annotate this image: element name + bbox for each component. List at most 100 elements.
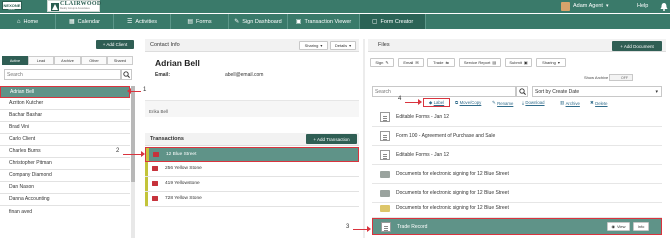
show-archive-toggle[interactable]: OFF bbox=[609, 74, 633, 81]
rename-text: Rename bbox=[497, 100, 514, 106]
contact-sharing-button[interactable]: Sharing ▾ bbox=[299, 41, 328, 50]
delete-text: Delete bbox=[595, 100, 608, 106]
contact-list-scroll-thumb[interactable] bbox=[131, 86, 135, 182]
form-creator-icon: ▢ bbox=[371, 19, 378, 25]
contact-item[interactable]: Adrian Bell bbox=[0, 86, 130, 98]
contact-item[interactable]: Carlo Client bbox=[0, 134, 130, 146]
email-button[interactable]: Email ✉ bbox=[398, 58, 424, 67]
file-row[interactable]: Form 100 - Agreement of Purchase and Sal… bbox=[372, 127, 662, 146]
bell-icon[interactable] bbox=[660, 2, 668, 13]
contact-item[interactable]: Brad Vini bbox=[0, 122, 130, 134]
nav-activities[interactable]: ☰ Activities bbox=[114, 14, 171, 29]
file-row[interactable]: Editable Forms - Jan 12 bbox=[372, 146, 662, 165]
add-client-button[interactable]: + Add Client bbox=[96, 40, 134, 49]
contact-item[interactable]: Azriton Kutcher bbox=[0, 98, 130, 110]
contact-item[interactable]: Christopher Pitman bbox=[0, 158, 130, 170]
download-action[interactable]: ⤓ Download bbox=[522, 100, 545, 105]
file-row[interactable]: Editable Forms - Jan 12 bbox=[372, 108, 662, 127]
contact-item[interactable]: Bachar Bashar bbox=[0, 110, 130, 122]
nav-sign-dashboard[interactable]: ✎ Sign Dashboard bbox=[229, 14, 288, 29]
tab-archive[interactable]: Archive bbox=[54, 56, 81, 65]
move-copy-action[interactable]: ⧉ Move/Copy bbox=[455, 100, 481, 105]
nav-home[interactable]: ⌂ Home bbox=[0, 14, 56, 29]
secondary-contact-bar[interactable] bbox=[145, 100, 359, 117]
submit-button[interactable]: Submit ▣ bbox=[505, 58, 532, 67]
transaction-status-bar bbox=[145, 162, 148, 176]
contact-details-button[interactable]: Details ▾ bbox=[330, 41, 356, 50]
show-archive-label: Show Archive bbox=[584, 75, 609, 80]
contact-name: Azriton Kutcher bbox=[9, 100, 44, 107]
user-menu-caret-icon[interactable]: ▾ bbox=[606, 3, 609, 9]
archive-action[interactable]: ▥ Archive bbox=[560, 100, 580, 106]
tab-shared[interactable]: Shared bbox=[107, 56, 133, 65]
transaction-row[interactable]: 728 Yellow Stone bbox=[145, 192, 359, 207]
contact-item[interactable]: Danna Accounting bbox=[0, 194, 130, 206]
help-link[interactable]: Help bbox=[637, 3, 648, 9]
secondary-contact-name[interactable]: Erika Bell bbox=[149, 109, 168, 114]
email-label-btn: Email bbox=[403, 60, 414, 65]
transaction-row[interactable]: 12 Blue Street bbox=[145, 147, 359, 162]
toggle-state: OFF bbox=[621, 75, 628, 80]
panel-divider[interactable] bbox=[363, 39, 365, 238]
search-icon bbox=[518, 88, 526, 95]
service-report-button[interactable]: Service Report ▤ bbox=[459, 58, 501, 67]
add-transaction-button[interactable]: + Add Transaction bbox=[306, 134, 357, 144]
nav-transaction-viewer[interactable]: ▣ Transaction Viewer bbox=[288, 14, 360, 29]
transaction-row[interactable]: 419 Yellowstone bbox=[145, 177, 359, 192]
chevron-down-icon: ▾ bbox=[655, 88, 658, 95]
avatar[interactable] bbox=[561, 2, 570, 11]
contact-search-input[interactable]: Search bbox=[4, 69, 121, 80]
contact-search-button[interactable] bbox=[121, 69, 132, 80]
contact-name: finan aved bbox=[9, 208, 33, 215]
nav-calendar-label: Calendar bbox=[77, 18, 100, 25]
add-document-button[interactable]: + Add Document bbox=[612, 41, 662, 51]
copy-icon: ⧉ bbox=[455, 100, 459, 105]
tab-active[interactable]: Active bbox=[2, 56, 28, 65]
label-action[interactable]: ◆ Label bbox=[423, 98, 450, 107]
delete-action[interactable]: ✖ Delete bbox=[590, 100, 608, 106]
nav-forms[interactable]: ▤ Forms bbox=[171, 14, 229, 29]
sign-button[interactable]: Sign ✎ bbox=[370, 58, 394, 67]
document-icon bbox=[380, 150, 390, 160]
chevron-down-icon: ▾ bbox=[557, 60, 560, 65]
transaction-row[interactable]: 256 Yellow Stone bbox=[145, 162, 359, 177]
archive-text: Archive bbox=[565, 100, 580, 106]
files-search-button[interactable] bbox=[516, 86, 528, 97]
info-label: Info bbox=[637, 224, 645, 229]
annotation-arrow-2 bbox=[123, 154, 142, 155]
contact-name: Christopher Pitman bbox=[9, 160, 52, 167]
file-row[interactable]: Documents for electronic signing for 12 … bbox=[372, 199, 662, 218]
contact-name: Dan Nason bbox=[9, 184, 35, 191]
transaction-icon: ▣ bbox=[295, 19, 302, 25]
sort-select[interactable]: Sort by Create Date ▾ bbox=[532, 86, 662, 97]
contact-item[interactable]: Company Diamond bbox=[0, 170, 130, 182]
file-row[interactable]: Documents for electronic signing for 12 … bbox=[372, 165, 662, 184]
transaction-address: 256 Yellow Stone bbox=[165, 166, 202, 172]
submit-label: Submit bbox=[509, 60, 522, 65]
annotation-arrow-1 bbox=[130, 91, 141, 92]
report-icon: ▤ bbox=[492, 60, 497, 65]
nav-form-creator[interactable]: ▢ Form Creator bbox=[360, 14, 426, 29]
trade-button[interactable]: Trade ⇆ bbox=[427, 58, 455, 67]
contact-item[interactable]: Charles Burns bbox=[0, 146, 130, 158]
contact-name: Bachar Bashar bbox=[9, 112, 43, 119]
tab-lead[interactable]: Lead bbox=[28, 56, 54, 65]
submit-icon: ▣ bbox=[523, 60, 528, 65]
nav-transaction-viewer-label: Transaction Viewer bbox=[304, 18, 352, 25]
contact-name: Danna Accounting bbox=[9, 196, 50, 203]
contact-item[interactable]: finan aved bbox=[0, 206, 130, 218]
transaction-address: 728 Yellow Stone bbox=[165, 196, 202, 202]
label-action-text: Label bbox=[433, 100, 445, 105]
info-button[interactable]: Info bbox=[633, 222, 649, 231]
rename-action[interactable]: ✎ Rename bbox=[492, 100, 513, 106]
files-sharing-button[interactable]: Sharing ▾ bbox=[536, 58, 566, 67]
folder-grey-icon bbox=[380, 189, 390, 197]
contact-item[interactable]: Dan Nason bbox=[0, 182, 130, 194]
view-button[interactable]: ◉ View bbox=[607, 222, 630, 231]
tab-other[interactable]: Other bbox=[81, 56, 107, 65]
nav-home-label: Home bbox=[23, 18, 39, 25]
files-search-input[interactable]: Search bbox=[372, 86, 516, 97]
user-name[interactable]: Adam Agent bbox=[573, 3, 603, 9]
nav-calendar[interactable]: ▦ Calendar bbox=[56, 14, 114, 29]
email-value[interactable]: abell@email.com bbox=[225, 72, 263, 78]
